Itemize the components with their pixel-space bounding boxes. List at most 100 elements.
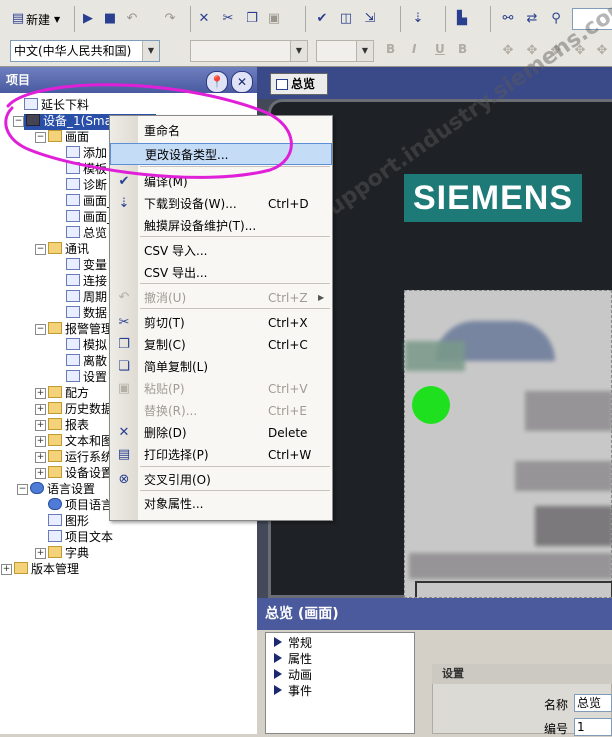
category-events[interactable]: 事件 bbox=[274, 683, 312, 699]
tree-item[interactable]: 文本和图 bbox=[48, 433, 113, 449]
underline-button[interactable]: U bbox=[435, 42, 445, 56]
italic-button[interactable]: I bbox=[412, 42, 416, 56]
name-field[interactable]: 总览 bbox=[574, 694, 612, 712]
save-icon[interactable]: ■ bbox=[102, 11, 118, 27]
tree-item[interactable]: 通讯 bbox=[48, 241, 89, 257]
cut-icon[interactable]: ✂ bbox=[220, 11, 236, 27]
menu-item[interactable]: 更改设备类型... bbox=[110, 143, 332, 165]
menu-item[interactable]: ↶ 撤消(U) Ctrl+Z ▶ bbox=[110, 287, 332, 309]
tree-item[interactable]: 图形 bbox=[48, 513, 89, 529]
align-icon[interactable]: ✥ bbox=[594, 43, 610, 59]
menu-item[interactable]: ✂ 剪切(T) Ctrl+X bbox=[110, 312, 332, 334]
expand-toggle-icon[interactable]: + bbox=[35, 420, 46, 431]
tree-item[interactable]: 运行系统 bbox=[48, 449, 113, 465]
copy-icon[interactable]: ❐ bbox=[244, 11, 260, 27]
menu-item[interactable]: CSV 导出... bbox=[110, 262, 332, 284]
category-animation[interactable]: 动画 bbox=[274, 667, 312, 683]
binoculars-icon[interactable]: ⚯ bbox=[500, 11, 516, 27]
chevron-down-icon[interactable]: ▼ bbox=[290, 41, 307, 61]
undo-icon[interactable]: ↶ bbox=[124, 11, 140, 27]
tree-item[interactable]: 设置 bbox=[66, 369, 107, 385]
tree-item[interactable]: 版本管理 bbox=[14, 561, 79, 577]
open-icon[interactable]: ▶ bbox=[80, 11, 96, 27]
menu-item[interactable]: 重命名 bbox=[110, 120, 332, 142]
tree-item[interactable]: 延长下料 bbox=[24, 97, 89, 113]
menu-item[interactable]: 替换(R)... Ctrl+E bbox=[110, 400, 332, 422]
tree-item[interactable]: 报表 bbox=[48, 417, 89, 433]
tree-item[interactable]: 画面_ bbox=[66, 209, 113, 225]
tree-item[interactable]: 设备设置 bbox=[48, 465, 113, 481]
menu-item[interactable]: 触摸屏设备维护(T)... bbox=[110, 215, 332, 237]
tree-item[interactable]: 总览 bbox=[66, 225, 107, 241]
status-indicator-led[interactable] bbox=[412, 386, 450, 424]
expand-toggle-icon[interactable]: + bbox=[35, 548, 46, 559]
tree-item[interactable]: 配方 bbox=[48, 385, 89, 401]
category-properties[interactable]: 属性 bbox=[274, 651, 312, 667]
strike-button[interactable]: B bbox=[458, 42, 467, 56]
tree-item[interactable]: 数据 bbox=[66, 305, 107, 321]
tree-item[interactable]: 报警管理 bbox=[48, 321, 113, 337]
tree-item[interactable]: 添加 bbox=[66, 145, 107, 161]
chevron-down-icon[interactable]: ▼ bbox=[356, 41, 373, 61]
new-button[interactable]: ▤ 新建 ▼ bbox=[10, 9, 60, 29]
bold-button[interactable]: B bbox=[386, 42, 395, 56]
pin-icon[interactable]: 📍 bbox=[206, 71, 228, 93]
tree-item-label: 周期 bbox=[83, 290, 108, 304]
menu-item[interactable]: ▤ 打印选择(P) Ctrl+W bbox=[110, 444, 332, 466]
tree-item[interactable]: 画面_ bbox=[66, 193, 113, 209]
menu-item[interactable]: ✕ 删除(D) Delete bbox=[110, 422, 332, 444]
tree-item[interactable]: 画面 bbox=[48, 129, 89, 145]
expand-toggle-icon[interactable]: + bbox=[35, 388, 46, 399]
tree-item[interactable]: 连接 bbox=[66, 273, 107, 289]
chevron-down-icon[interactable]: ▼ bbox=[142, 41, 159, 61]
check-screen-icon[interactable]: ◫ bbox=[338, 11, 354, 27]
compile-icon[interactable]: ✔ bbox=[314, 11, 330, 27]
align-icon[interactable]: ✥ bbox=[500, 43, 516, 59]
tree-item[interactable]: 项目文本 bbox=[48, 529, 113, 545]
tree-item[interactable]: 诊断 bbox=[66, 177, 107, 193]
menu-item[interactable]: ⇣ 下载到设备(W)... Ctrl+D bbox=[110, 193, 332, 215]
tree-item[interactable]: 模拟 bbox=[66, 337, 107, 353]
replace-icon[interactable]: ⇄ bbox=[524, 11, 540, 27]
menu-item[interactable]: CSV 导入... bbox=[110, 240, 332, 262]
menu-item[interactable]: ▣ 粘贴(P) Ctrl+V bbox=[110, 378, 332, 400]
tree-item[interactable]: 变量 bbox=[66, 257, 107, 273]
tree-item[interactable]: 语言设置 bbox=[30, 481, 95, 497]
tree-item[interactable]: 离散 bbox=[66, 353, 107, 369]
tree-item[interactable]: 字典 bbox=[48, 545, 89, 561]
menu-item[interactable]: 对象属性... bbox=[110, 493, 332, 515]
download-icon[interactable]: ⇣ bbox=[410, 11, 426, 27]
delete-icon[interactable]: ✕ bbox=[196, 11, 212, 27]
expand-toggle-icon[interactable]: − bbox=[13, 116, 24, 127]
expand-toggle-icon[interactable]: − bbox=[35, 324, 46, 335]
font-size-select[interactable]: ▼ bbox=[316, 40, 374, 62]
redo-icon[interactable]: ↷ bbox=[162, 11, 178, 27]
expand-toggle-icon[interactable]: + bbox=[35, 452, 46, 463]
expand-toggle-icon[interactable]: + bbox=[35, 468, 46, 479]
expand-toggle-icon[interactable]: − bbox=[35, 132, 46, 143]
expand-toggle-icon[interactable]: + bbox=[35, 404, 46, 415]
expand-toggle-icon[interactable]: + bbox=[1, 564, 12, 575]
category-general[interactable]: 常规 bbox=[274, 635, 312, 651]
language-select[interactable]: 中文(中华人民共和国) ▼ bbox=[10, 40, 160, 62]
transfer-icon[interactable]: ⇲ bbox=[362, 11, 378, 27]
tree-item[interactable]: 周期 bbox=[66, 289, 107, 305]
tab-overview[interactable]: 总览 bbox=[270, 73, 328, 95]
menu-item-label: CSV 导入... bbox=[144, 244, 208, 258]
number-field[interactable]: 1 bbox=[574, 718, 612, 736]
expand-toggle-icon[interactable]: − bbox=[35, 244, 46, 255]
tree-item[interactable]: 模板 bbox=[66, 161, 107, 177]
expand-toggle-icon[interactable]: + bbox=[35, 436, 46, 447]
font-select[interactable]: ▼ bbox=[190, 40, 308, 62]
menu-item[interactable]: ❏ 简单复制(L) bbox=[110, 356, 332, 378]
expand-toggle-icon[interactable]: − bbox=[17, 484, 28, 495]
screen-canvas[interactable] bbox=[404, 290, 612, 598]
menu-item[interactable]: ❐ 复制(C) Ctrl+C bbox=[110, 334, 332, 356]
menu-item[interactable]: ✔ 编译(M) bbox=[110, 171, 332, 193]
tree-item[interactable]: 项目语言 bbox=[48, 497, 113, 513]
hierarchy-icon[interactable]: ▙ bbox=[454, 11, 470, 27]
close-icon[interactable]: ✕ bbox=[231, 71, 253, 93]
menu-item[interactable]: ⊗ 交叉引用(O) bbox=[110, 469, 332, 491]
tree-item[interactable]: 历史数据 bbox=[48, 401, 113, 417]
paste-icon[interactable]: ▣ bbox=[266, 11, 282, 27]
